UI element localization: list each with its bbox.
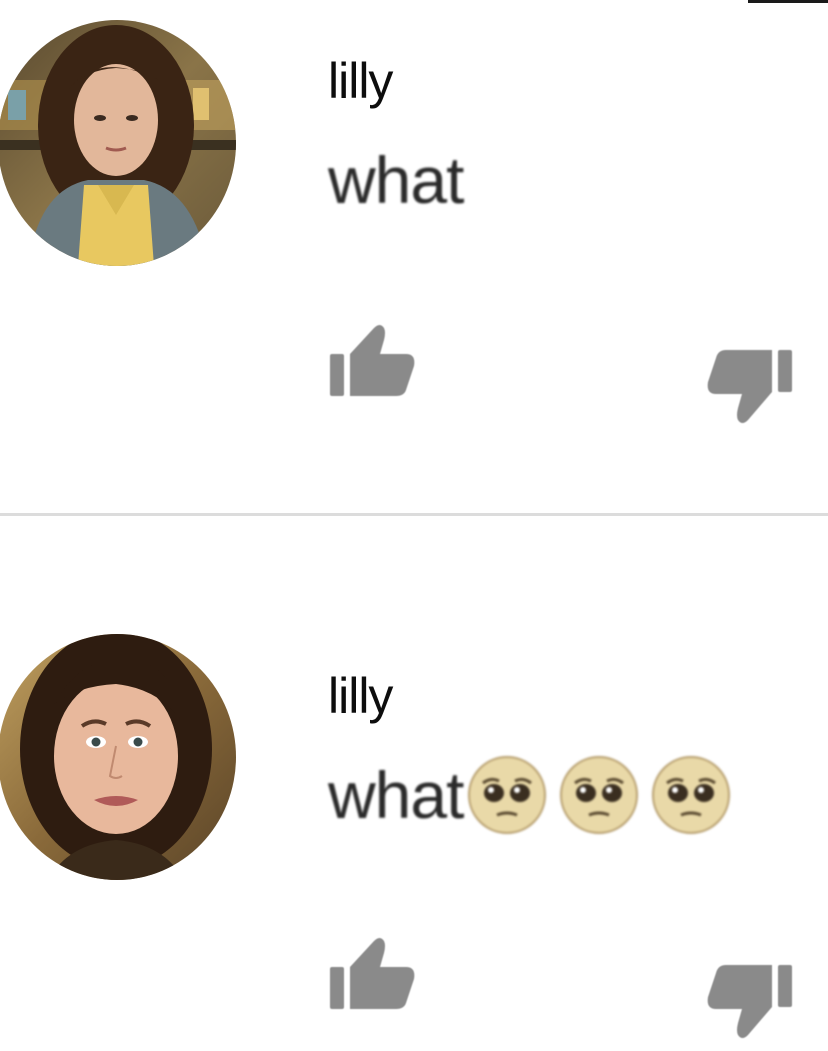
dislike-button[interactable] bbox=[702, 955, 798, 1051]
like-button[interactable] bbox=[324, 927, 420, 1023]
emoji-group bbox=[467, 755, 743, 835]
avatar[interactable] bbox=[0, 20, 236, 266]
thumbs-up-icon bbox=[330, 938, 415, 1009]
comment-text: what bbox=[328, 755, 743, 835]
thumbs-down-icon bbox=[707, 350, 792, 423]
like-button[interactable] bbox=[324, 314, 420, 410]
thumbs-up-icon bbox=[330, 325, 415, 396]
comment-item: lilly what bbox=[0, 515, 828, 1038]
comment-item: lilly what bbox=[0, 0, 828, 514]
comment-author[interactable]: lilly bbox=[328, 667, 393, 725]
avatar[interactable] bbox=[0, 634, 236, 880]
pleading-face-emoji bbox=[652, 756, 731, 834]
comment-text-content: what bbox=[328, 143, 464, 217]
comment-text: what bbox=[328, 142, 464, 218]
pleading-face-emoji bbox=[560, 756, 639, 834]
pleading-face-emoji bbox=[468, 756, 547, 834]
thumbs-down-icon bbox=[707, 965, 792, 1038]
dislike-button[interactable] bbox=[702, 340, 798, 436]
comment-author[interactable]: lilly bbox=[328, 52, 393, 110]
comment-text-content: what bbox=[328, 758, 464, 832]
